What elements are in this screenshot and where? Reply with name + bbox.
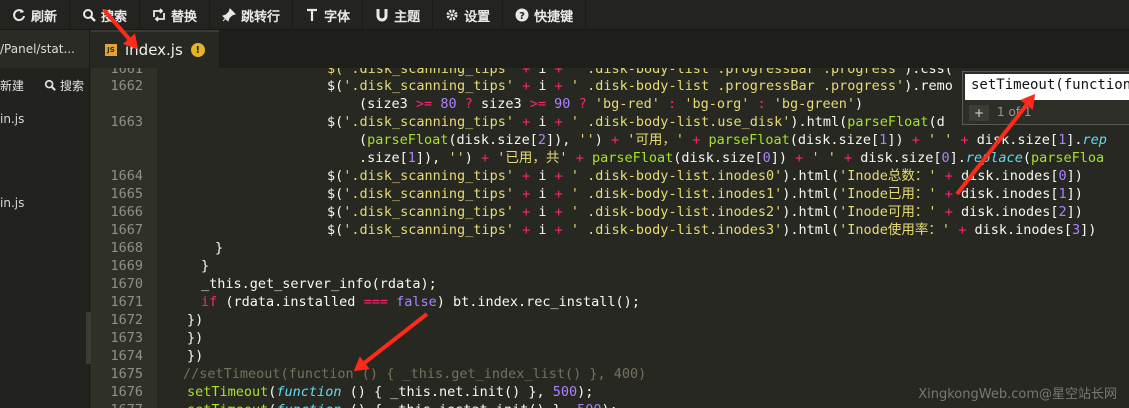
search-icon	[83, 9, 96, 22]
shortcuts-button[interactable]: ? 快捷键	[503, 0, 587, 30]
line-number: 1664	[110, 168, 143, 184]
font-label: 字体	[324, 9, 351, 25]
settings-label: 设置	[464, 9, 491, 25]
file-item[interactable]: in.js	[0, 112, 24, 126]
find-widget: setTimeout(function + 1 of 1	[962, 71, 1129, 125]
code-line: setTimeout(function () { _this.net.init(…	[187, 384, 594, 400]
goto-line-label: 跳转行	[241, 9, 281, 25]
sidebar-tools: 新建 搜索	[0, 74, 89, 96]
line-number: 1674	[110, 348, 143, 364]
gear-icon	[446, 9, 458, 21]
file-tab[interactable]: JS index.js !	[91, 30, 219, 68]
line-number: 1669	[110, 258, 143, 274]
refresh-button[interactable]: 刷新	[0, 0, 71, 30]
code-line: $('.disk_scanning_tips' + i + ' .disk-bo…	[327, 78, 953, 94]
svg-text:?: ?	[519, 11, 525, 22]
line-number: 1670	[110, 276, 143, 292]
code-line: $('.disk_scanning_tips' + i + ' .disk-bo…	[327, 186, 1083, 202]
code-line: _this.get_server_info(rdata);	[201, 276, 437, 292]
line-number: 1663	[110, 114, 143, 130]
file-sidebar: /Panel/stat... 新建 搜索 in.js in.js	[0, 30, 90, 408]
line-number: 1671	[110, 294, 143, 310]
js-file-icon: JS	[105, 44, 117, 56]
find-toggle-button[interactable]: +	[969, 105, 989, 121]
line-number: 1662	[110, 78, 143, 94]
refresh-label: 刷新	[31, 9, 58, 25]
line-number: 1675	[110, 366, 143, 382]
code-line: (size3 >= 80 ? size3 >= 90 ? 'bg-red' : …	[359, 96, 864, 112]
code-line: //setTimeout(function () { _this.get_ind…	[183, 366, 647, 382]
line-number: 1665	[110, 186, 143, 202]
code-line: })	[187, 312, 204, 328]
new-file-button[interactable]: 新建	[0, 77, 24, 94]
editor-tab-bar: JS index.js !	[91, 30, 1129, 68]
theme-label: 主题	[394, 9, 421, 25]
editor-toolbar: 刷新 搜索 替换 跳转行 字体 主题 设置 ? 快捷键	[0, 0, 1129, 30]
line-number: 1667	[110, 222, 143, 238]
replace-icon	[153, 8, 165, 22]
help-icon: ?	[515, 8, 529, 22]
refresh-icon	[13, 9, 25, 22]
line-number: 1672	[110, 312, 143, 328]
search-icon	[44, 79, 56, 91]
code-line: }	[215, 240, 224, 256]
file-item[interactable]: in.js	[0, 196, 24, 210]
replace-button[interactable]: 替换	[140, 0, 211, 30]
font-icon	[307, 8, 318, 21]
theme-icon	[376, 9, 388, 22]
code-line: }	[201, 258, 210, 274]
code-line: $('.disk_scanning_tips' + i + ' .disk-bo…	[327, 222, 1097, 238]
line-number: 1668	[110, 240, 143, 256]
find-input[interactable]: setTimeout(function	[965, 74, 1129, 100]
warning-icon: !	[190, 43, 205, 57]
line-number: 1676	[110, 384, 143, 400]
replace-label: 替换	[171, 9, 198, 25]
font-button[interactable]: 字体	[293, 0, 364, 30]
code-line: })	[187, 330, 204, 346]
line-number: 1666	[110, 204, 143, 220]
code-line: setTimeout(function () { _this.iostat.in…	[187, 401, 618, 408]
code-line: $('.disk_scanning_tips' + i + ' .disk-bo…	[327, 204, 1083, 220]
line-number: 1677	[91, 401, 143, 408]
pin-icon	[222, 8, 236, 22]
goto-line-button[interactable]: 跳转行	[210, 0, 294, 30]
code-line: $('.disk_scanning_tips' + i + ' .disk-bo…	[327, 114, 945, 130]
watermark: XingkongWeb.com@星空站长网	[918, 387, 1117, 402]
sidebar-search-button[interactable]: 搜索	[44, 77, 84, 94]
code-line: })	[187, 348, 204, 364]
shortcuts-label: 快捷键	[534, 9, 574, 25]
sidebar-path-tab[interactable]: /Panel/stat...	[0, 30, 89, 68]
theme-button[interactable]: 主题	[363, 0, 434, 30]
settings-button[interactable]: 设置	[433, 0, 504, 30]
code-line: if (rdata.installed === false) bt.index.…	[201, 294, 640, 310]
line-number: 1673	[110, 330, 143, 346]
sidebar-search-label: 搜索	[59, 78, 84, 93]
